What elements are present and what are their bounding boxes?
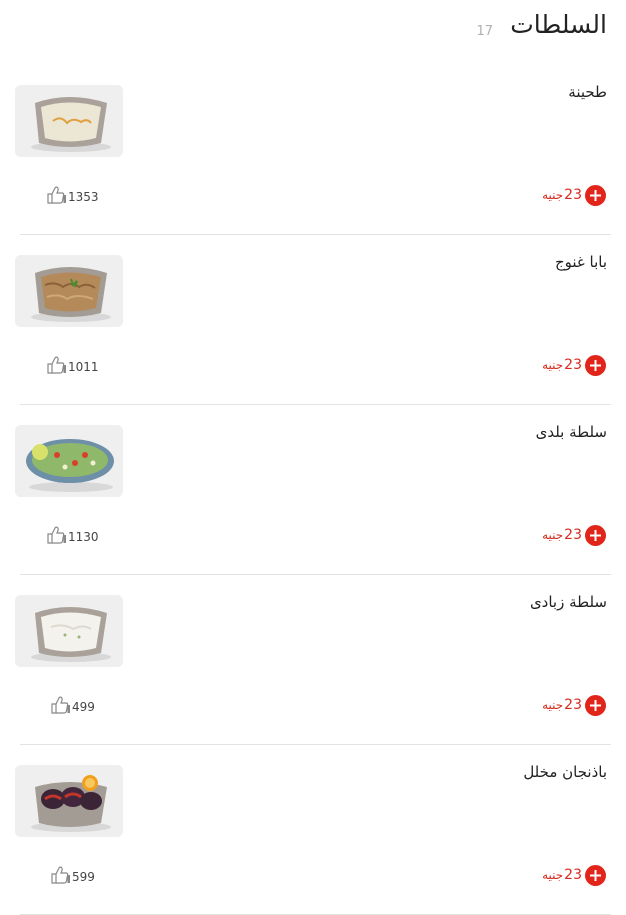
menu-item-image[interactable] [15, 85, 123, 157]
menu-item[interactable]: بابا غنوج جنيه 23 1011 [0, 235, 626, 405]
plus-circle-icon[interactable] [585, 354, 606, 376]
like-button[interactable]: 1011 [46, 356, 99, 378]
add-to-cart-button[interactable]: جنيه 23 [542, 694, 606, 716]
menu-item[interactable]: سلطة بلدى جنيه 23 1130 [0, 405, 626, 575]
plus-circle-icon[interactable] [585, 524, 606, 546]
menu-item-name: طحينة [568, 83, 607, 101]
price-currency: جنيه [542, 358, 564, 372]
menu-item-name: بابا غنوج [554, 253, 607, 271]
likes-count: 599 [72, 870, 95, 884]
menu-item-name: سلطة زبادى [529, 593, 607, 611]
menu-item-name: سلطة بلدى [535, 423, 607, 441]
likes-count: 1011 [68, 360, 99, 374]
add-to-cart-button[interactable]: جنيه 23 [542, 184, 606, 206]
menu-item-image[interactable] [15, 765, 123, 837]
like-button[interactable]: 499 [50, 696, 95, 718]
menu-item-image[interactable] [15, 425, 123, 497]
menu-item[interactable]: طحينة جنيه 23 1353 [0, 65, 626, 235]
like-button[interactable]: 1353 [46, 186, 99, 208]
menu-item[interactable]: باذنجان مخلل جنيه 23 599 [0, 745, 626, 915]
thumbs-up-icon [50, 866, 70, 888]
price-value: 23 [564, 867, 582, 883]
thumbs-up-icon [50, 696, 70, 718]
plus-circle-icon[interactable] [585, 184, 606, 206]
like-button[interactable]: 599 [50, 866, 95, 888]
price-value: 23 [564, 697, 582, 713]
plus-circle-icon[interactable] [585, 864, 606, 886]
price-currency: جنيه [542, 868, 564, 882]
section-item-count: 17 [476, 24, 493, 39]
add-to-cart-button[interactable]: جنيه 23 [542, 524, 606, 546]
thumbs-up-icon [46, 526, 66, 548]
price-currency: جنيه [542, 528, 564, 542]
plus-circle-icon[interactable] [585, 694, 606, 716]
likes-count: 1353 [68, 190, 99, 204]
add-to-cart-button[interactable]: جنيه 23 [542, 864, 606, 886]
likes-count: 1130 [68, 530, 99, 544]
price-value: 23 [564, 187, 582, 203]
menu-item[interactable]: سلطة زبادى جنيه 23 499 [0, 575, 626, 745]
menu-item-image[interactable] [15, 595, 123, 667]
section-title: السلطات [510, 10, 607, 39]
likes-count: 499 [72, 700, 95, 714]
thumbs-up-icon [46, 186, 66, 208]
price-currency: جنيه [542, 698, 564, 712]
price-currency: جنيه [542, 188, 564, 202]
thumbs-up-icon [46, 356, 66, 378]
price-value: 23 [564, 527, 582, 543]
add-to-cart-button[interactable]: جنيه 23 [542, 354, 606, 376]
menu-item-name: باذنجان مخلل [523, 763, 607, 781]
like-button[interactable]: 1130 [46, 526, 99, 548]
price-value: 23 [564, 357, 582, 373]
menu-item-image[interactable] [15, 255, 123, 327]
section-header: السلطات 17 [0, 0, 626, 60]
